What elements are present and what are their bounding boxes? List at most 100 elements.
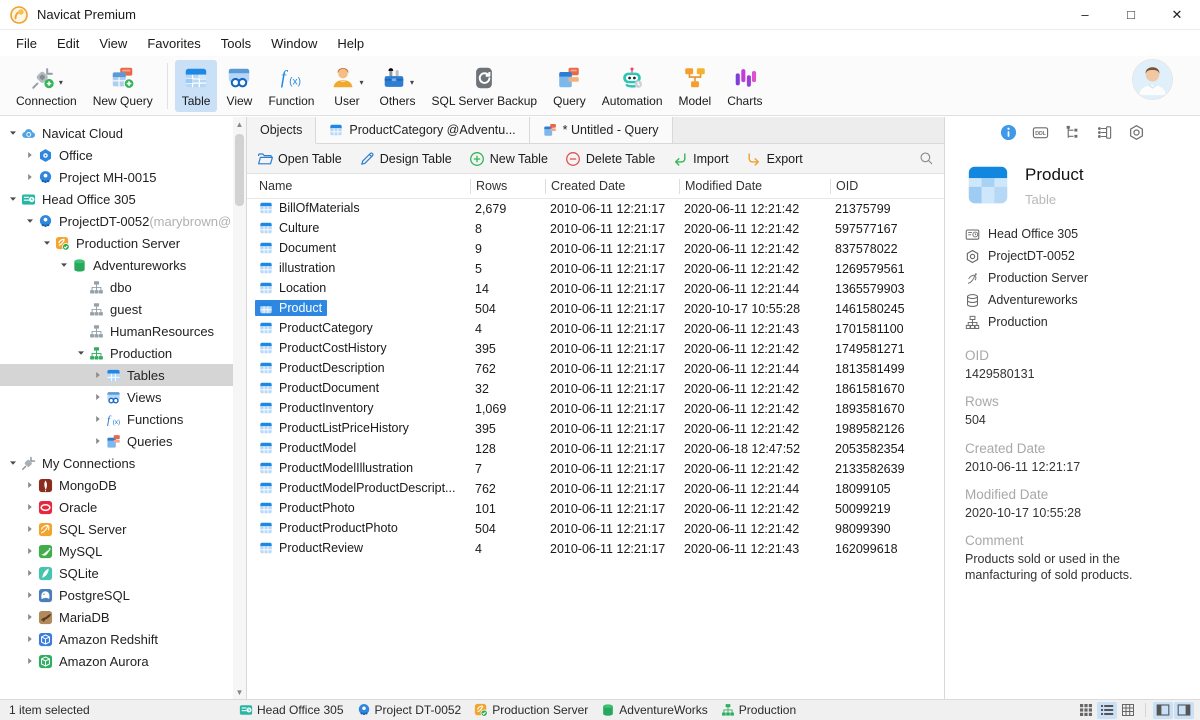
menu-window[interactable]: Window (261, 32, 327, 55)
export-button[interactable]: Export (746, 151, 803, 167)
table-row-document[interactable]: Document 9 2010-06-11 12:21:17 2020-06-11 1… (247, 239, 944, 259)
toolbar-query-button[interactable]: Query (546, 60, 593, 112)
table-row-productdocument[interactable]: ProductDocument 32 2010-06-11 12:21:17 2020… (247, 379, 944, 399)
toolbar-new-query-button[interactable]: New Query (86, 60, 160, 112)
column-header-created-date[interactable]: Created Date (545, 178, 679, 194)
table-row-productcategory[interactable]: ProductCategory 4 2010-06-11 12:21:17 2020-… (247, 319, 944, 339)
tree-item-office[interactable]: Office (0, 144, 246, 166)
tree-item-views[interactable]: Views (0, 386, 246, 408)
chevron-down-icon[interactable] (6, 129, 20, 137)
tree-item-mariadb[interactable]: MariaDB (0, 606, 246, 628)
scroll-down-icon[interactable]: ▼ (236, 685, 244, 699)
delete-table-button[interactable]: Delete Table (565, 151, 655, 167)
list-view-button[interactable] (1097, 701, 1117, 719)
chevron-down-icon[interactable] (74, 349, 88, 357)
menu-file[interactable]: File (6, 32, 47, 55)
ddl-tab-button[interactable]: DDL (1032, 124, 1049, 144)
toolbar-user-button[interactable]: ▾ User (323, 60, 370, 112)
structure-tab-button[interactable] (1064, 124, 1081, 144)
table-row-billofmaterials[interactable]: BillOfMaterials 2,679 2010-06-11 12:21:17 2… (247, 199, 944, 219)
tree-item-sql-server[interactable]: SQL Server (0, 518, 246, 540)
tree-item-oracle[interactable]: Oracle (0, 496, 246, 518)
relation-tab-button[interactable] (1096, 124, 1113, 144)
tab--untitled-query[interactable]: * Untitled - Query (529, 117, 673, 143)
toolbar-charts-button[interactable]: Charts (720, 60, 769, 112)
chevron-right-icon[interactable] (23, 657, 37, 665)
table-row-productreview[interactable]: ProductReview 4 2010-06-11 12:21:17 2020-06… (247, 539, 944, 559)
toolbar-connection-button[interactable]: ▾ Connection (9, 60, 84, 112)
toolbar-sql-server-backup-button[interactable]: SQL Server Backup (425, 60, 545, 112)
grid-view-button[interactable] (1076, 702, 1096, 719)
tree-item-sqlite[interactable]: SQLite (0, 562, 246, 584)
table-row-productdescription[interactable]: ProductDescription 762 2010-06-11 12:21:17… (247, 359, 944, 379)
tree-item-project-mh-0015[interactable]: Project MH-0015 (0, 166, 246, 188)
chevron-right-icon[interactable] (23, 635, 37, 643)
table-row-productproductphoto[interactable]: ProductProductPhoto 504 2010-06-11 12:21:1… (247, 519, 944, 539)
table-row-productmodelillustration[interactable]: ProductModelIllustration 7 2010-06-11 12:2… (247, 459, 944, 479)
user-avatar[interactable] (1133, 60, 1172, 99)
chevron-right-icon[interactable] (91, 371, 105, 379)
menu-view[interactable]: View (89, 32, 137, 55)
menu-help[interactable]: Help (327, 32, 374, 55)
column-header-rows[interactable]: Rows (470, 178, 545, 194)
dropdown-arrow-icon[interactable]: ▾ (359, 78, 363, 87)
tree-item-dbo[interactable]: dbo (0, 276, 246, 298)
chevron-down-icon[interactable] (6, 195, 20, 203)
chevron-right-icon[interactable] (91, 393, 105, 401)
table-row-culture[interactable]: Culture 8 2010-06-11 12:21:17 2020-06-11 12… (247, 219, 944, 239)
table-row-productmodel[interactable]: ProductModel 128 2010-06-11 12:21:17 2020-0… (247, 439, 944, 459)
tree-item-amazon-redshift[interactable]: Amazon Redshift (0, 628, 246, 650)
menu-favorites[interactable]: Favorites (137, 32, 210, 55)
tree-item-humanresources[interactable]: HumanResources (0, 320, 246, 342)
scrollbar-thumb[interactable] (235, 134, 244, 206)
close-button[interactable]: ✕ (1154, 0, 1200, 30)
tree-item-production-server[interactable]: Production Server (0, 232, 246, 254)
table-row-product[interactable]: Product 504 2010-06-11 12:21:17 2020-10-17 … (247, 299, 944, 319)
chevron-right-icon[interactable] (23, 151, 37, 159)
info-tab-button[interactable] (1000, 124, 1017, 144)
tree-item-tables[interactable]: Tables (0, 364, 246, 386)
menu-tools[interactable]: Tools (211, 32, 261, 55)
scroll-up-icon[interactable]: ▲ (236, 117, 244, 131)
chevron-right-icon[interactable] (23, 569, 37, 577)
chevron-right-icon[interactable] (91, 437, 105, 445)
maximize-button[interactable]: □ (1108, 0, 1154, 30)
toolbar-automation-button[interactable]: Automation (595, 60, 670, 112)
design-table-button[interactable]: Design Table (359, 151, 452, 167)
open-table-button[interactable]: Open Table (257, 151, 342, 167)
table-row-productmodelproductdescript-[interactable]: ProductModelProductDescript... 762 2010-06… (247, 479, 944, 499)
chevron-down-icon[interactable] (23, 217, 37, 225)
chevron-right-icon[interactable] (91, 415, 105, 423)
dropdown-arrow-icon[interactable]: ▾ (410, 78, 414, 87)
minimize-button[interactable]: – (1062, 0, 1108, 30)
detail-view-button[interactable] (1118, 702, 1138, 719)
toolbar-table-button[interactable]: Table (174, 59, 218, 112)
chevron-down-icon[interactable] (6, 459, 20, 467)
new-table-button[interactable]: New Table (469, 151, 548, 167)
dropdown-arrow-icon[interactable]: ▾ (59, 78, 63, 87)
column-header-name[interactable]: Name (247, 179, 470, 194)
tree-item-queries[interactable]: Queries (0, 430, 246, 452)
chevron-right-icon[interactable] (23, 525, 37, 533)
toolbar-function-button[interactable]: f (x) Function (261, 60, 321, 112)
chevron-right-icon[interactable] (23, 591, 37, 599)
tree-item-adventureworks[interactable]: Adventureworks (0, 254, 246, 276)
table-row-productcosthistory[interactable]: ProductCostHistory 395 2010-06-11 12:21:17… (247, 339, 944, 359)
import-button[interactable]: Import (672, 151, 729, 167)
nut-tab-button[interactable] (1128, 124, 1145, 144)
toolbar-view-button[interactable]: View (219, 60, 259, 112)
tree-item-head-office-305[interactable]: Head Office 305 (0, 188, 246, 210)
tree-item-guest[interactable]: guest (0, 298, 246, 320)
tree-item-production[interactable]: Production (0, 342, 246, 364)
tree-item-amazon-aurora[interactable]: Amazon Aurora (0, 650, 246, 672)
table-row-illustration[interactable]: illustration 5 2010-06-11 12:21:17 2020-06-… (247, 259, 944, 279)
table-row-productphoto[interactable]: ProductPhoto 101 2010-06-11 12:21:17 2020-0… (247, 499, 944, 519)
toolbar-model-button[interactable]: Model (672, 60, 719, 112)
tree-item-mongodb[interactable]: MongoDB (0, 474, 246, 496)
chevron-down-icon[interactable] (57, 261, 71, 269)
search-button[interactable] (919, 151, 934, 166)
tree-item-functions[interactable]: f (x) Functions (0, 408, 246, 430)
table-row-location[interactable]: Location 14 2010-06-11 12:21:17 2020-06-11 … (247, 279, 944, 299)
tree-item-mysql[interactable]: MySQL (0, 540, 246, 562)
column-header-oid[interactable]: OID (830, 178, 944, 194)
